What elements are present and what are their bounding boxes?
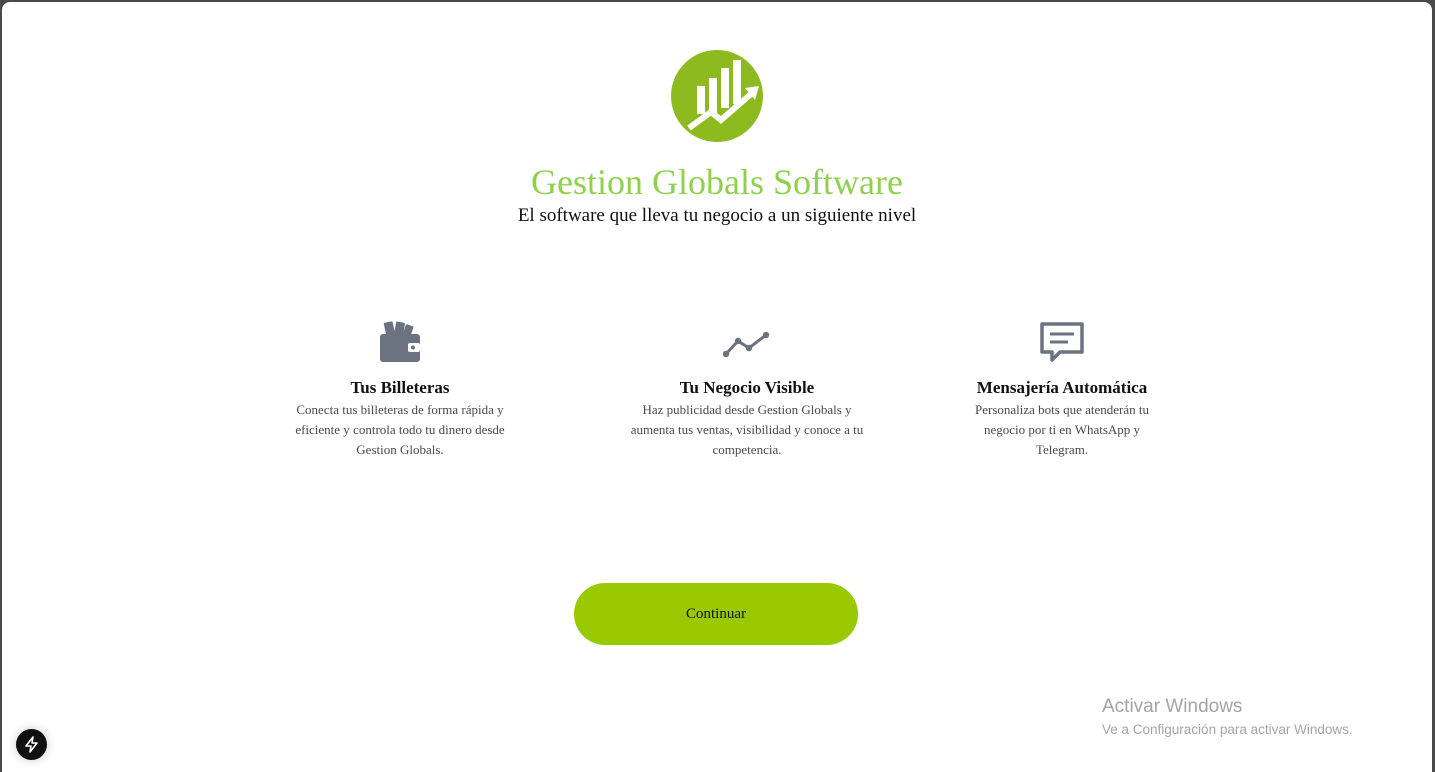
windows-activation-watermark: Activar Windows Ve a Configuración para … [1102,695,1353,740]
watermark-title: Activar Windows [1102,696,1243,717]
brand-name: Gestion Globals Software [531,162,903,202]
wallet-icon [380,321,420,362]
dev-tools-badge[interactable] [16,729,47,760]
feature-visibility: Tu Negocio Visible Haz publicidad desde … [607,318,887,460]
feature-description: Haz publicidad desde Gestion Globals y a… [630,402,864,457]
feature-description: Personaliza bots que atenderán tu negoci… [975,402,1149,457]
trend-line-icon [723,331,770,358]
feature-description: Conecta tus billeteras de forma rápida y… [295,402,505,457]
message-icon [1040,322,1084,362]
watermark-subtitle: Ve a Configuración para activar Windows. [1102,722,1353,737]
lightning-bolt-icon [25,736,38,753]
feature-title: Mensajería Automática [976,378,1148,397]
app-window: Gestion Globals Software El software que… [2,2,1432,772]
feature-title: Tu Negocio Visible [679,378,815,397]
rising-bar-chart-logo [671,50,763,142]
continue-button[interactable]: Continuar [574,583,858,645]
feature-title: Tus Billeteras [350,378,450,397]
feature-wallets: Tus Billeteras Conecta tus billeteras de… [260,318,540,460]
feature-messaging: Mensajería Automática Personaliza bots q… [922,318,1202,460]
brand-tagline: El software que lleva tu negocio a un si… [517,205,917,226]
